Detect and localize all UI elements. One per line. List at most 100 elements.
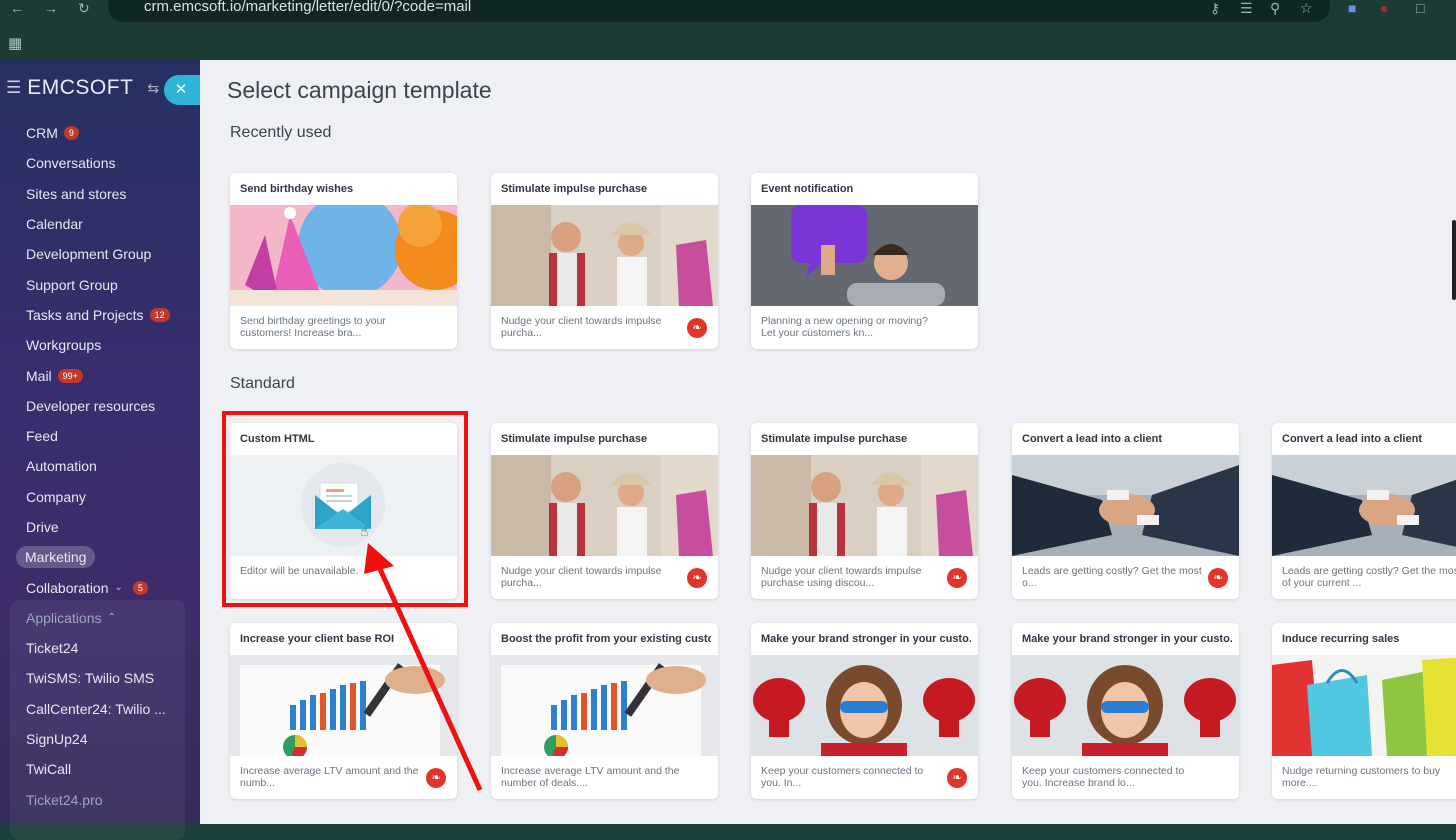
template-card-standard[interactable]: Make your brand stronger in your custo..… xyxy=(1012,623,1239,799)
template-card-standard[interactable]: Stimulate impulse purchase Nudge your cli… xyxy=(751,423,978,599)
fire-icon: ❧ xyxy=(687,568,707,588)
sidebar-item-mail[interactable]: Mail 99+ xyxy=(0,360,200,390)
sidebar-item-support-group[interactable]: Support Group xyxy=(0,269,200,299)
template-card-title: Convert a lead into a client xyxy=(1022,433,1162,445)
chart-report-image xyxy=(491,655,718,756)
template-card-title: Event notification xyxy=(761,183,854,195)
template-card-standard[interactable]: Convert a lead into a client Leads are ge… xyxy=(1012,423,1239,599)
sidebar-item-calendar[interactable]: Calendar xyxy=(0,209,200,239)
extension-icon[interactable]: ■ xyxy=(1348,0,1356,16)
sidebar-item-collaboration[interactable]: Collaboration ⌄ 5 xyxy=(0,572,200,602)
template-card-description: Keep your customers connected to you. In… xyxy=(761,765,924,789)
template-card-title: Induce recurring sales xyxy=(1282,633,1400,645)
sidebar-item-twisms[interactable]: TwiSMS: Twilio SMS xyxy=(0,663,200,693)
shoppers-image xyxy=(491,205,718,306)
template-card-recent[interactable]: Send birthday wishes Send birthday greeti… xyxy=(230,173,457,349)
sidebar-header: ☰ EMCSOFT ⇆ xyxy=(6,76,159,100)
template-card-description: Nudge your client towards impulse purcha… xyxy=(501,315,662,339)
profile-icon[interactable]: ● xyxy=(1380,0,1388,16)
sidebar-item-label: Drive xyxy=(26,519,59,535)
address-bar-url: crm.emcsoft.io/marketing/letter/edit/0/?… xyxy=(144,0,472,15)
sidebar-item-ticket24-pro[interactable]: Ticket24.pro xyxy=(0,785,200,815)
star-icon[interactable]: ☆ xyxy=(1300,0,1313,17)
zoom-icon[interactable]: ⚲ xyxy=(1270,0,1280,17)
sidebar-item-sites-and-stores[interactable]: Sites and stores xyxy=(0,179,200,209)
sidebar-item-marketing[interactable]: Marketing xyxy=(0,542,200,572)
sidebar-item-tasks-and-projects[interactable]: Tasks and Projects 12 xyxy=(0,300,200,330)
sidebar-item-label: Development Group xyxy=(26,246,152,263)
handshake-image xyxy=(1012,455,1239,556)
template-card-description: Leads are getting costly? Get the most o… xyxy=(1282,565,1456,589)
template-card-title: Send birthday wishes xyxy=(240,183,354,195)
template-card-description: Send birthday greetings to your customer… xyxy=(240,315,386,339)
template-card-description: Nudge your client towards impulse purcha… xyxy=(761,565,922,589)
shoppers-image xyxy=(751,455,978,556)
template-card-title: Increase your client base ROI xyxy=(240,633,395,645)
sidebar-item-callcenter24[interactable]: CallCenter24: Twilio ... xyxy=(0,694,200,724)
forward-icon[interactable]: → xyxy=(44,0,58,16)
sidebar-item-label: Applications xyxy=(26,609,102,626)
sidebar-item-label: Calendar xyxy=(26,216,83,233)
superhero-kid-image xyxy=(1012,655,1239,756)
puzzle-icon[interactable]: □ xyxy=(1416,0,1424,16)
template-card-standard[interactable]: Increase your client base ROI Increase av… xyxy=(230,623,457,799)
superhero-kid-image xyxy=(751,655,978,756)
sidebar-item-drive[interactable]: Drive xyxy=(0,512,200,542)
template-card-standard[interactable]: Induce recurring sales Nudge returning cu… xyxy=(1272,623,1456,799)
sidebar-item-label: Developer resources xyxy=(26,397,156,414)
template-card-description: Nudge returning customers to buy more...… xyxy=(1282,765,1441,789)
sidebar-item-label: Workgroups xyxy=(26,337,102,354)
apps-grid-icon[interactable]: ▦ xyxy=(8,34,22,52)
template-card-recent[interactable]: Event notification Planning a new opening… xyxy=(751,173,978,349)
sidebar-item-development-group[interactable]: Development Group xyxy=(0,239,200,269)
template-card-standard[interactable]: Make your brand stronger in your custo..… xyxy=(751,623,978,799)
template-card-title: Boost the profit from your existing cust… xyxy=(501,633,711,645)
template-card-title: Convert a lead into a client xyxy=(1282,433,1422,445)
hamburger-icon[interactable]: ☰ xyxy=(6,78,21,98)
sidebar-item-applications[interactable]: Applications ⌃ xyxy=(0,603,200,633)
address-bar[interactable]: crm.emcsoft.io/marketing/letter/edit/0/?… xyxy=(108,0,1330,22)
section-heading-standard: Standard xyxy=(230,375,295,392)
translate-icon[interactable]: ☰ xyxy=(1240,0,1253,17)
sidebar-item-label: Mail xyxy=(26,367,52,384)
logo[interactable]: EMCSOFT xyxy=(27,76,133,100)
sidebar-item-twicall[interactable]: TwiCall xyxy=(0,754,200,784)
sidebar-item-crm[interactable]: CRM 9 xyxy=(0,118,200,148)
counter-badge: 12 xyxy=(149,307,170,322)
key-icon[interactable]: ⚷ xyxy=(1210,0,1220,17)
sidebar-item-automation[interactable]: Automation xyxy=(0,451,200,481)
template-card-standard[interactable]: Boost the profit from your existing cust… xyxy=(491,623,718,799)
shopping-bags-image xyxy=(1272,655,1456,756)
close-button[interactable]: ✕ xyxy=(164,75,200,105)
template-card-title: Stimulate impulse purchase xyxy=(761,433,908,445)
sidebar-item-company[interactable]: Company xyxy=(0,482,200,512)
fire-icon: ❧ xyxy=(426,768,446,788)
highlight-box xyxy=(222,411,468,607)
section-heading-recent: Recently used xyxy=(230,124,332,141)
page-title: Select campaign template xyxy=(227,77,492,103)
scrollbar[interactable] xyxy=(1452,220,1456,300)
template-card-recent[interactable]: Stimulate impulse purchase Nudge your cli… xyxy=(491,173,718,349)
template-card-standard[interactable]: Convert a lead into a client Leads are ge… xyxy=(1272,423,1456,599)
sidebar-item-label: Company xyxy=(26,488,86,505)
settings-sliders-icon[interactable]: ⇆ xyxy=(147,80,159,97)
sidebar-item-label: Tasks and Projects xyxy=(26,306,144,323)
template-card-description: Keep your customers connected to you. In… xyxy=(1022,765,1185,789)
sidebar-item-ticket24[interactable]: Ticket24 xyxy=(0,633,200,663)
browser-chrome: ← → ↻ crm.emcsoft.io/marketing/letter/ed… xyxy=(0,0,1456,60)
sidebar-item-feed[interactable]: Feed xyxy=(0,421,200,451)
sidebar-item-workgroups[interactable]: Workgroups xyxy=(0,330,200,360)
reload-icon[interactable]: ↻ xyxy=(78,0,90,17)
sidebar-item-developer-resources[interactable]: Developer resources xyxy=(0,391,200,421)
sidebar-item-label: Automation xyxy=(26,458,97,475)
sidebar-item-label: Support Group xyxy=(26,276,118,293)
template-card-title: Make your brand stronger in your custo..… xyxy=(1022,633,1232,645)
sidebar-item-label: Sites and stores xyxy=(26,185,127,202)
back-icon[interactable]: ← xyxy=(10,0,24,16)
sidebar-item-conversations[interactable]: Conversations xyxy=(0,148,200,178)
template-card-description: Increase average LTV amount and the numb… xyxy=(501,765,680,789)
counter-badge: 99+ xyxy=(57,368,83,383)
sidebar-item-signup24[interactable]: SignUp24 xyxy=(0,724,200,754)
sidebar-menu: CRM 9 Conversations Sites and stores Cale… xyxy=(0,118,200,815)
template-card-standard[interactable]: Stimulate impulse purchase Nudge your cli… xyxy=(491,423,718,599)
